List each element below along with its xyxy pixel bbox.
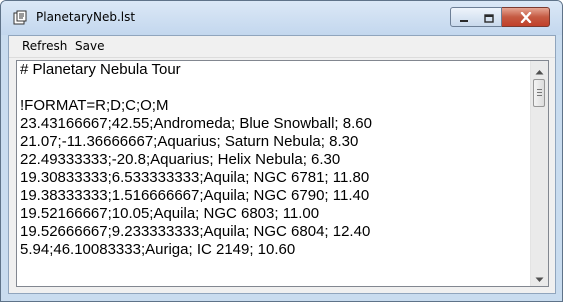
notepad-document-icon[interactable] xyxy=(12,10,28,26)
scroll-down-arrow-icon xyxy=(535,268,544,286)
scrollbar-thumb[interactable] xyxy=(533,79,545,107)
thumb-grip-icon xyxy=(537,89,542,90)
scroll-up-arrow-icon xyxy=(535,61,544,79)
text-line: # Planetary Nebula Tour xyxy=(20,61,181,78)
client-area: Refresh Save # Planetary Nebula Tour !FO… xyxy=(8,35,556,294)
thumb-grip-icon xyxy=(537,95,542,96)
text-line: 19.52666667;9.233333333;Aquila; NGC 6804… xyxy=(20,223,371,240)
vertical-scrollbar[interactable] xyxy=(530,61,548,286)
minimize-button[interactable] xyxy=(450,7,477,27)
text-content[interactable]: # Planetary Nebula Tour !FORMAT=R;D;C;O;… xyxy=(20,61,530,259)
text-editor[interactable]: # Planetary Nebula Tour !FORMAT=R;D;C;O;… xyxy=(16,60,549,287)
text-line: 5.94;46.10083333;Auriga; IC 2149; 10.60 xyxy=(20,241,296,258)
text-line: 23.43166667;42.55;Andromeda; Blue Snowba… xyxy=(20,115,372,132)
scroll-down-button[interactable] xyxy=(531,269,548,286)
window-title: PlanetaryNeb.lst xyxy=(36,10,136,24)
close-button[interactable] xyxy=(502,7,550,27)
minimize-icon xyxy=(459,8,469,27)
close-icon xyxy=(520,8,532,27)
text-line xyxy=(20,79,530,97)
text-line: 19.30833333;6.533333333;Aquila; NGC 6781… xyxy=(20,169,370,186)
text-line: 22.49333333;-20.8;Aquarius; Helix Nebula… xyxy=(20,151,341,168)
text-line: 19.52166667;10.05;Aquila; NGC 6803; 11.0… xyxy=(20,205,320,222)
maximize-icon xyxy=(483,8,494,27)
maximize-button[interactable] xyxy=(476,7,502,27)
text-line: 19.38333333;1.516666667;Aquila; NGC 6790… xyxy=(20,187,370,204)
thumb-grip-icon xyxy=(537,92,542,93)
title-bar[interactable]: PlanetaryNeb.lst xyxy=(1,1,562,35)
menu-refresh[interactable]: Refresh xyxy=(22,39,67,53)
text-line: 21.07;-11.36666667;Aquarius; Saturn Nebu… xyxy=(20,133,359,150)
text-line: !FORMAT=R;D;C;O;M xyxy=(20,97,169,114)
scroll-up-button[interactable] xyxy=(531,61,548,78)
app-window: PlanetaryNeb.lst Refresh Save # Planetar… xyxy=(0,0,563,302)
menu-bar: Refresh Save xyxy=(9,36,555,58)
menu-save[interactable]: Save xyxy=(75,39,104,53)
